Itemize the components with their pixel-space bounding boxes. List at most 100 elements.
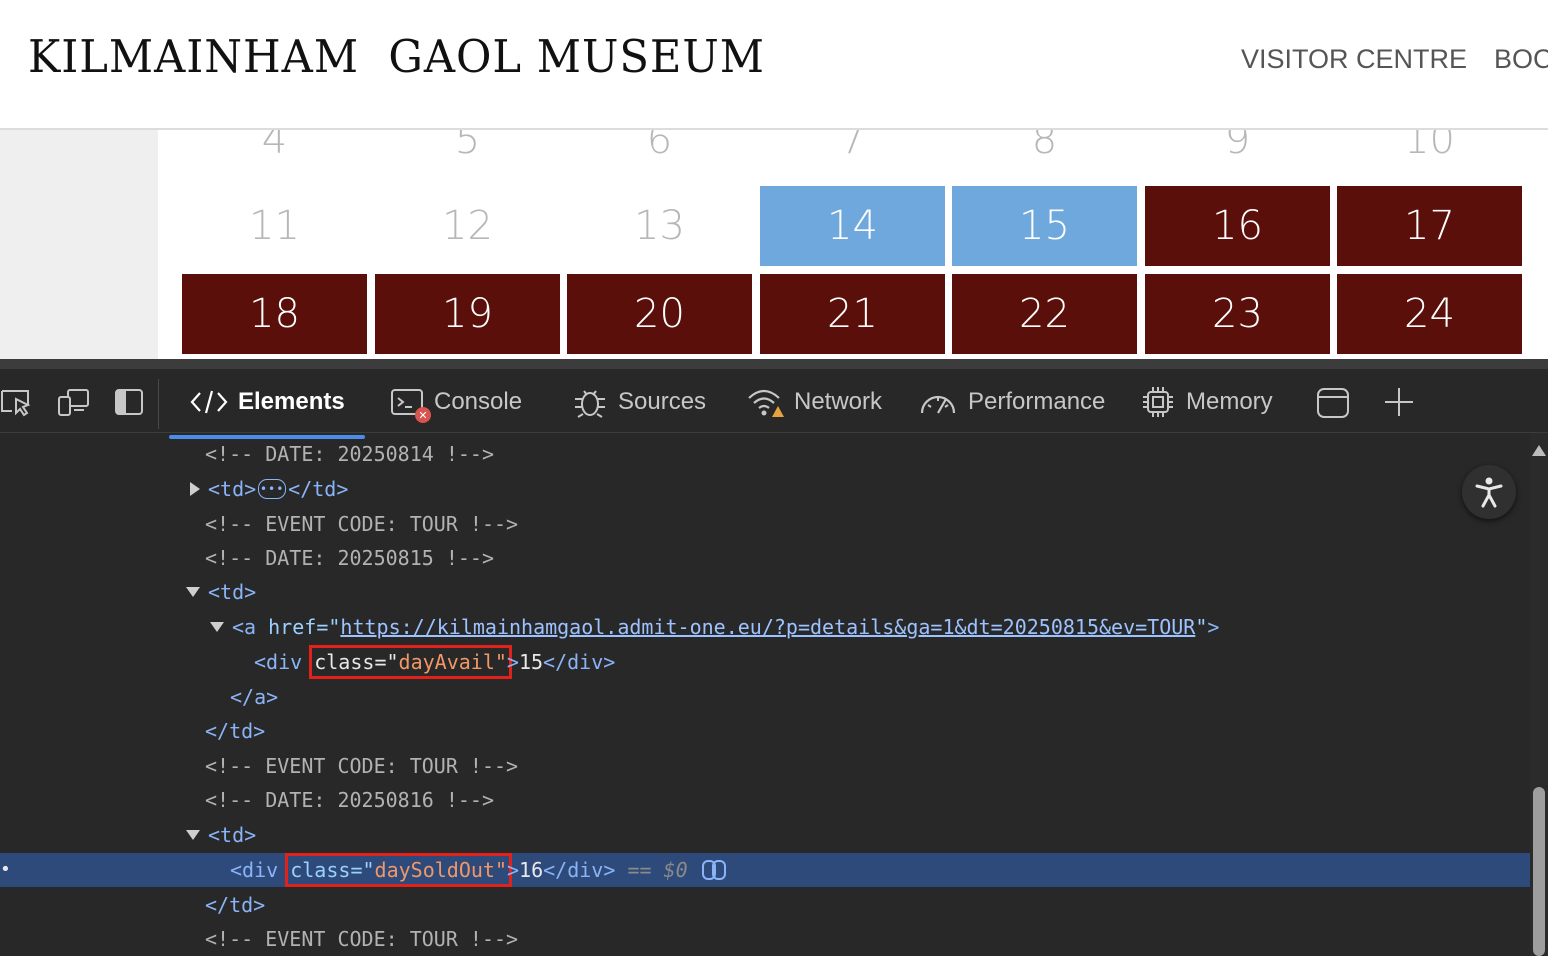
dom-attr-link[interactable]: https://kilmainhamgaol.admit-one.eu/?p=d… — [340, 615, 1195, 639]
dom-tag: </a> — [230, 685, 279, 709]
nav-booking[interactable]: BOC — [1494, 44, 1548, 75]
dom-line[interactable]: <td> — [0, 575, 1548, 609]
calendar-day-sold-out: 20 — [567, 274, 752, 354]
dom-attr-value: dayAvail — [398, 650, 495, 674]
dom-attr-name: class — [314, 650, 375, 674]
booking-calendar: 4 5 6 7 8 9 10 11 12 13 14 15 16 17 18 1… — [0, 130, 1548, 359]
tab-elements-label: Elements — [238, 388, 345, 415]
calendar-day-sold-out: 22 — [952, 274, 1137, 354]
site-title[interactable]: KILMAINHAM GAOL MUSEUM — [28, 30, 765, 83]
add-tab-icon[interactable] — [1382, 385, 1414, 416]
tab-console-label: Console — [434, 388, 523, 415]
calendar-day-sold-out: 21 — [760, 274, 945, 354]
tab-network[interactable]: Network — [746, 385, 882, 419]
devtools-toolbar: Elements ✕ Console Sources Network Perfo… — [0, 369, 1548, 439]
dom-text: 16 — [519, 858, 544, 882]
tab-elements[interactable]: Elements — [190, 385, 345, 419]
accessibility-icon — [1475, 477, 1503, 508]
collapsed-ellipsis-icon[interactable]: ••• — [258, 479, 287, 499]
dom-comment: <!-- DATE: 20250816 !--> — [205, 788, 494, 812]
calendar-day-sold-out: 23 — [1145, 274, 1330, 354]
dom-tag: <td> — [208, 823, 257, 847]
dom-comment: <!-- EVENT CODE: TOUR !--> — [205, 512, 519, 536]
device-toolbar-icon[interactable] — [56, 387, 89, 417]
calendar-day-available[interactable]: 14 — [760, 186, 945, 266]
nav-visitor-centre[interactable]: VISITOR CENTRE — [1241, 44, 1467, 75]
dom-comment: <!-- EVENT CODE: TOUR !--> — [205, 927, 519, 951]
scrollbar-thumb[interactable] — [1533, 787, 1545, 956]
dom-tag: </div> — [543, 858, 616, 882]
console-icon: ✕ — [390, 387, 431, 423]
accessibility-button[interactable] — [1462, 465, 1516, 519]
dom-line[interactable]: <!-- DATE: 20250816 !--> — [0, 783, 1548, 817]
dom-line[interactable]: <!-- EVENT CODE: TOUR !--> — [0, 922, 1548, 956]
dom-line[interactable]: </a> — [0, 680, 1548, 714]
expand-triangle-icon[interactable] — [190, 482, 200, 496]
calendar-day: 4 — [261, 130, 288, 163]
collapse-triangle-icon[interactable] — [186, 830, 200, 840]
site-header: KILMAINHAM GAOL MUSEUM VISITOR CENTRE BO… — [0, 0, 1548, 130]
dom-attr-value: daySoldOut — [374, 858, 495, 882]
dom-tag: <a — [232, 615, 257, 639]
dom-tag: </td> — [288, 477, 349, 501]
calendar-day-past: 12 — [442, 203, 493, 249]
gauge-icon — [920, 395, 956, 414]
dom-line[interactable]: </td> — [0, 714, 1548, 748]
copilot-icon[interactable] — [700, 858, 730, 882]
tab-sources-label: Sources — [618, 388, 707, 415]
highlight-box-avail: class="dayAvail" — [309, 645, 512, 679]
devtools-resize-handle[interactable] — [0, 359, 1548, 369]
calendar-day: 5 — [454, 130, 481, 163]
calendar-day: 8 — [1031, 130, 1058, 163]
dom-tree: <!-- DATE: 20250814 !--> <td> ••• </td> <!… — [0, 433, 1548, 956]
scroll-up-arrow-icon[interactable] — [1532, 445, 1546, 456]
calendar-day-available[interactable]: 15 — [952, 186, 1137, 266]
dom-line[interactable]: <a href =" https://kilmainhamgaol.admit-on… — [0, 610, 1548, 644]
calendar-day-sold-out: 24 — [1337, 274, 1522, 354]
tab-performance-label: Performance — [968, 388, 1106, 415]
dock-side-icon[interactable] — [114, 387, 146, 417]
calendar-day: 9 — [1224, 130, 1251, 163]
calendar-day-sold-out: 17 — [1337, 186, 1522, 266]
dom-line[interactable]: <!-- EVENT CODE: TOUR !--> — [0, 507, 1548, 541]
dom-line[interactable]: </td> — [0, 888, 1548, 922]
calendar-day-past: 13 — [634, 203, 685, 249]
more-options-icon[interactable]: • — [0, 859, 11, 880]
dom-line[interactable]: <!-- EVENT CODE: TOUR !--> — [0, 749, 1548, 783]
dom-tag: <td> — [208, 580, 257, 604]
dom-line[interactable]: <div class="dayAvail" >15 </div> — [0, 645, 1548, 679]
bug-icon — [575, 390, 605, 418]
highlight-box-soldout: class="daySoldOut" — [285, 853, 512, 887]
chip-icon — [1143, 387, 1173, 417]
dom-tag: <div — [254, 650, 303, 674]
dom-tag: </td> — [205, 719, 266, 743]
collapse-triangle-icon[interactable] — [186, 587, 200, 597]
calendar-day-sold-out: 16 — [1145, 186, 1330, 266]
tab-memory[interactable]: Memory — [1140, 385, 1273, 419]
wifi-warning-icon — [746, 386, 784, 418]
calendar-day: 10 — [1404, 130, 1455, 163]
dom-comment: <!-- EVENT CODE: TOUR !--> — [205, 754, 519, 778]
selected-node-marker: == $0 — [627, 858, 688, 882]
dom-text: 15 — [518, 650, 544, 674]
dom-line[interactable]: <td> ••• </td> — [0, 472, 1548, 506]
dom-tag: <td> — [208, 477, 257, 501]
calendar-day-past: 11 — [249, 203, 300, 249]
tab-sources[interactable]: Sources — [572, 385, 706, 419]
code-icon — [190, 390, 228, 414]
dom-line[interactable]: <!-- DATE: 20250814 !--> — [0, 437, 1548, 471]
tab-console[interactable]: ✕ Console — [390, 385, 523, 423]
tab-network-label: Network — [794, 388, 883, 415]
panel-icon[interactable] — [1316, 387, 1349, 418]
calendar-day: 7 — [839, 130, 866, 163]
inspect-element-icon[interactable] — [0, 387, 32, 417]
tab-performance[interactable]: Performance — [918, 385, 1105, 419]
dom-line[interactable]: <!-- DATE: 20250815 !--> — [0, 541, 1548, 575]
error-badge-icon: ✕ — [415, 407, 431, 423]
dom-line[interactable]: <td> — [0, 818, 1548, 852]
calendar-day-sold-out: 19 — [375, 274, 560, 354]
calendar-day: 6 — [646, 130, 673, 163]
collapse-triangle-icon[interactable] — [210, 622, 224, 632]
dom-attr-name: href — [268, 615, 317, 639]
dom-line-selected[interactable]: • <div class="daySoldOut" >16 </div> == $0 — [0, 853, 1548, 887]
